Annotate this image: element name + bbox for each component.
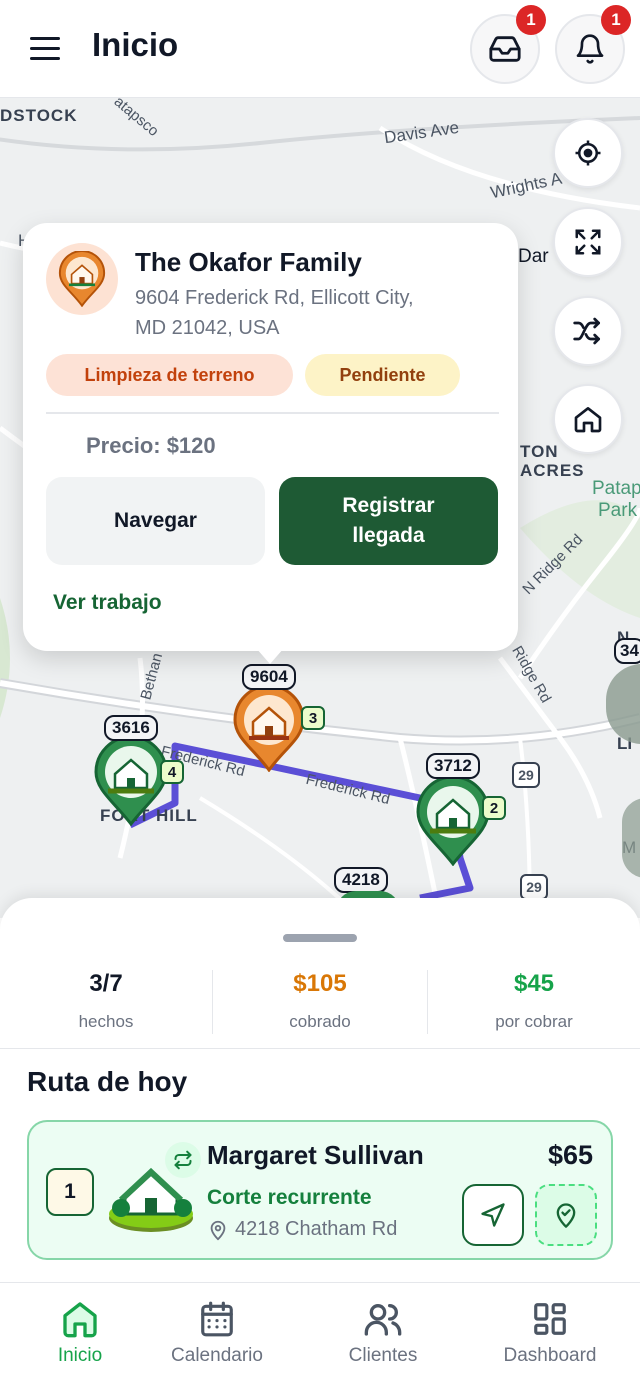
check-in-button[interactable] <box>535 1184 597 1246</box>
crosshair-icon <box>575 140 601 166</box>
pin-label: 3616 <box>104 715 158 741</box>
map-label-dar: Dar <box>518 246 549 267</box>
dashboard-icon <box>534 1303 566 1335</box>
sheet-drag-handle[interactable] <box>283 934 357 942</box>
divider <box>0 1048 640 1049</box>
stat-collected-label: cobrado <box>289 1012 351 1031</box>
bottom-sheet[interactable]: 3/7 hechos $105 cobrado $45 por cobrar R… <box>0 898 640 1283</box>
divider <box>212 970 213 1034</box>
top-app-bar: Inicio 1 1 <box>0 0 640 98</box>
house-pin-icon <box>416 775 490 867</box>
nav-item-dashboard[interactable]: Dashboard <box>470 1297 630 1367</box>
home-base-button[interactable] <box>553 384 623 454</box>
stat-pending-label: por cobrar <box>495 1012 573 1031</box>
stat-collected-value: $105 <box>293 970 347 997</box>
pin-label: 9604 <box>242 664 296 690</box>
popup-pointer <box>256 648 284 664</box>
navigate-button[interactable] <box>462 1184 524 1246</box>
nav-item-inicio[interactable]: Inicio <box>0 1297 160 1367</box>
hamburger-icon[interactable] <box>24 32 68 66</box>
home-icon <box>63 1302 97 1338</box>
nav-label: Clientes <box>348 1345 418 1366</box>
nav-label: Calendario <box>171 1345 263 1366</box>
nav-label: Dashboard <box>503 1345 597 1366</box>
route-stop-card[interactable]: 1 Margaret Sullivan Corte recurrente 421… <box>27 1120 613 1260</box>
nav-item-calendario[interactable]: Calendario <box>137 1297 297 1367</box>
divider <box>46 412 499 414</box>
nav-label: Inicio <box>57 1345 103 1366</box>
map-label-ton: TON <box>520 442 559 461</box>
page-title: Inicio <box>92 26 179 63</box>
calendar-icon <box>201 1301 233 1337</box>
house-pin-icon <box>58 251 106 307</box>
stat-collected: $105 cobrado <box>214 970 426 1032</box>
shuffle-icon <box>573 317 600 345</box>
bottom-navigation: Inicio Calendario Clientes Dashboard <box>0 1282 640 1385</box>
house-pin-icon <box>94 735 168 827</box>
inbox-button[interactable]: 1 <box>470 5 546 84</box>
home-icon <box>574 407 602 433</box>
inbox-badge: 1 <box>516 5 546 35</box>
stat-done: 3/7 hechos <box>0 970 212 1032</box>
users-icon <box>364 1304 402 1336</box>
map-label-park: Park <box>598 500 638 521</box>
pin-label: 3712 <box>426 753 480 779</box>
locate-button[interactable] <box>553 118 623 188</box>
navigate-button[interactable]: Navegar <box>46 477 265 565</box>
pin-order: 2 <box>482 796 506 820</box>
client-address: 9604 Frederick Rd, Ellicott City, MD 210… <box>135 287 414 339</box>
job-price: Precio: $120 <box>86 433 216 458</box>
pin-order: 3 <box>301 706 325 730</box>
job-popup-card: The Okafor Family 9604 Frederick Rd, Ell… <box>23 223 518 651</box>
nav-item-clientes[interactable]: Clientes <box>303 1297 463 1367</box>
map-pin-check-icon <box>556 1203 576 1228</box>
service-type: Corte recurrente <box>207 1186 372 1209</box>
map-pin-icon <box>210 1220 226 1240</box>
route-29-shield: 29 <box>512 762 540 788</box>
house-pin-icon <box>233 684 305 773</box>
stop-order: 1 <box>46 1168 94 1216</box>
client-name: Margaret Sullivan <box>207 1140 424 1170</box>
map-pin-9604[interactable]: 3 <box>233 684 325 776</box>
stop-address-text: 4218 Chatham Rd <box>235 1218 398 1240</box>
map-label-acres: ACRES <box>520 461 585 480</box>
repeat-icon <box>165 1142 201 1178</box>
stop-address: 4218 Chatham Rd <box>207 1218 397 1241</box>
pin-label: 34 <box>614 638 640 664</box>
route-29-shield: 29 <box>520 874 548 900</box>
map-pin-partial[interactable] <box>622 798 640 878</box>
bell-icon <box>576 34 604 64</box>
map-label-dstock: DSTOCK <box>0 106 78 125</box>
fit-bounds-button[interactable] <box>553 207 623 277</box>
client-avatar <box>46 243 118 315</box>
inbox-icon <box>489 36 521 62</box>
notifications-badge: 1 <box>601 5 631 35</box>
map-pin-3616[interactable]: 4 <box>94 735 184 828</box>
map-pin-3712[interactable]: 2 <box>416 775 506 868</box>
optimize-route-button[interactable] <box>553 296 623 366</box>
view-job-link[interactable]: Ver trabajo <box>53 591 162 615</box>
pin-label: 4218 <box>334 867 388 893</box>
status-badge: Pendiente <box>305 354 460 396</box>
notifications-button[interactable]: 1 <box>555 5 631 84</box>
app-screen: Inicio 1 1 DSTOCK atapsco Davis Ave Wrig… <box>0 0 640 1385</box>
stat-done-value: 3/7 <box>89 970 123 997</box>
stat-done-label: hechos <box>78 1012 134 1031</box>
map-label-patap: Patap <box>592 478 640 499</box>
stop-price: $65 <box>547 1140 593 1170</box>
route-section-title: Ruta de hoy <box>27 1066 188 1097</box>
stat-pending-value: $45 <box>513 970 555 997</box>
service-tag: Limpieza de terreno <box>46 354 293 396</box>
navigation-arrow-icon <box>481 1203 505 1227</box>
pin-order: 4 <box>160 760 184 784</box>
expand-icon <box>575 229 601 255</box>
check-in-button[interactable]: Registrar llegada <box>279 477 498 565</box>
stat-pending: $45 por cobrar <box>428 970 640 1032</box>
client-name: The Okafor Family <box>135 247 362 277</box>
